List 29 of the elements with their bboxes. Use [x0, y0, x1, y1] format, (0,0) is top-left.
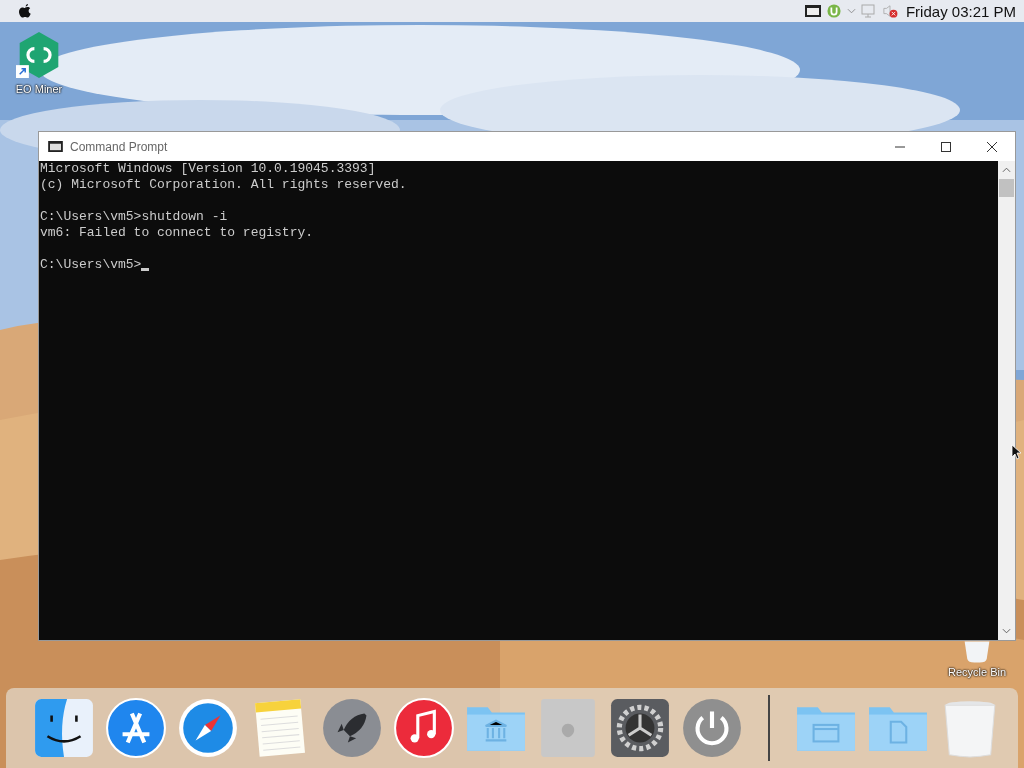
gear-icon[interactable] — [609, 697, 671, 759]
icon-label: Recycle Bin — [947, 666, 1007, 678]
window-title: Command Prompt — [70, 139, 168, 154]
maximize-icon — [941, 141, 951, 152]
terminal-icon — [48, 141, 63, 152]
command-prompt: C:\Users\vm5> — [40, 257, 142, 273]
console-line: C:\Users\vm5>shutdown -i — [40, 209, 229, 225]
finder-icon[interactable] — [33, 697, 95, 759]
console-line: (c) Microsoft Corporation. All rights reserved. — [40, 177, 408, 193]
rocket-icon[interactable] — [321, 697, 383, 759]
recycle-bin-icon[interactable] — [962, 641, 992, 663]
chevron-down-icon[interactable] — [846, 8, 856, 14]
apple-logo-icon[interactable] — [18, 3, 32, 19]
compass-icon[interactable] — [177, 697, 239, 759]
close-icon — [987, 141, 997, 152]
scroll-up-icon[interactable] — [1002, 167, 1011, 173]
icon-label: EO Miner — [15, 83, 63, 95]
scroll-down-icon[interactable] — [1002, 628, 1011, 634]
terminal-icon[interactable] — [804, 4, 821, 18]
console-line: vm6: Failed to connect to registry. — [40, 225, 315, 241]
scrollbar[interactable] — [998, 161, 1015, 640]
speaker-muted-icon[interactable] — [881, 4, 898, 18]
clock[interactable]: Friday 03:21 PM — [905, 2, 1016, 20]
console-line: Microsoft Windows [Version 10.0.19045.3393] — [40, 161, 377, 177]
text-cursor — [141, 268, 150, 271]
scrollbar-thumb[interactable] — [999, 179, 1014, 197]
app-store-icon[interactable] — [105, 697, 167, 759]
music-note-icon[interactable] — [393, 697, 455, 759]
power-icon[interactable] — [681, 697, 743, 759]
